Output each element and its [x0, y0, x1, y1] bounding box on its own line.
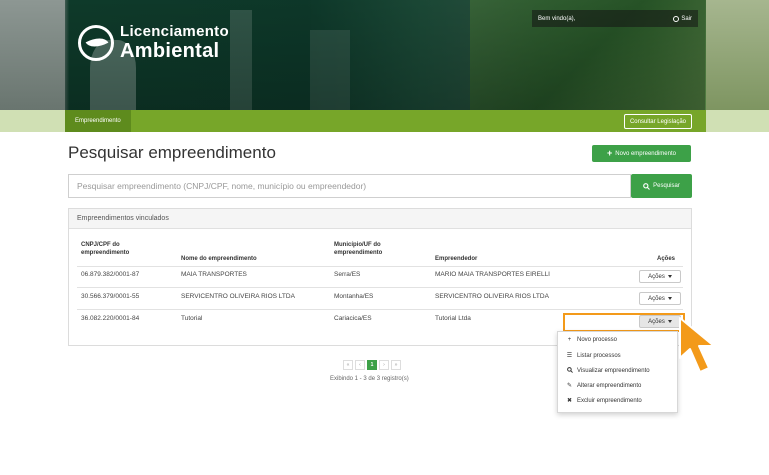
banner-left-photo: [0, 0, 65, 110]
search-button[interactable]: Pesquisar: [631, 174, 692, 198]
banner-right-photo: [706, 0, 769, 110]
nav-item-empreendimento[interactable]: Empreendimento: [65, 110, 131, 132]
brand-title: Licenciamento Ambiental: [120, 24, 229, 61]
brand-title-line2: Ambiental: [120, 40, 220, 62]
acoes-dropdown-button[interactable]: Ações: [639, 270, 681, 283]
acoes-dropdown-menu: + Novo processo ☰ Listar processos Visuali…: [557, 331, 678, 413]
plus-icon: +: [607, 148, 613, 158]
cell-municipio: Montanha/ES: [334, 293, 374, 300]
menu-item-visualizar[interactable]: Visualizar empreendimento: [566, 367, 650, 375]
menu-item-label: Visualizar empreendimento: [577, 368, 650, 374]
cell-empreendedor: MARIO MAIA TRANSPORTES EIRELLI: [435, 271, 550, 278]
header-banner: Licenciamento Ambiental Bem vindo(a), Sa…: [0, 0, 769, 110]
pointer-arrow-icon: [679, 317, 715, 373]
panel-title: Empreendimentos vinculados: [69, 209, 691, 229]
search-button-label: Pesquisar: [653, 183, 680, 189]
cell-nome: SERVICENTRO OLIVEIRA RIOS LTDA: [181, 293, 295, 300]
search-input[interactable]: Pesquisar empreendimento (CNPJ/CPF, nome…: [68, 174, 631, 198]
pagination-info: Exibindo 1 - 3 de 3 registro(s): [330, 376, 409, 382]
navbar-left-fade: [0, 110, 65, 132]
plus-icon: +: [567, 337, 572, 343]
cell-nome: Tutorial: [181, 315, 203, 322]
acoes-label: Ações: [648, 273, 665, 280]
column-header-nome: Nome do empreendimento: [181, 256, 257, 262]
brand-title-line1: Licenciamento: [120, 23, 229, 40]
pencil-icon: ✎: [566, 383, 573, 389]
menu-item-label: Alterar empreendimento: [577, 382, 642, 389]
acoes-label: Ações: [648, 295, 665, 302]
page-last-button[interactable]: »: [391, 360, 401, 370]
list-icon: ☰: [566, 353, 573, 359]
caret-down-icon: [667, 275, 672, 278]
cell-empreendedor: SERVICENTRO OLIVEIRA RIOS LTDA: [435, 293, 549, 300]
cell-cnpj: 36.082.220/0001-84: [81, 315, 140, 322]
menu-item-alterar[interactable]: ✎ Alterar empreendimento: [566, 382, 642, 390]
page-first-button[interactable]: «: [343, 360, 353, 370]
page-current-button[interactable]: 1: [367, 360, 377, 370]
cell-nome: MAIA TRANSPORTES: [181, 271, 247, 278]
pagination: « ‹ 1 › »: [343, 360, 401, 370]
highlight-box: [563, 313, 685, 332]
menu-item-novo-processo[interactable]: + Novo processo: [566, 337, 617, 343]
column-header-cnpj: CNPJ/CPF do empreendimento: [81, 242, 130, 256]
menu-item-excluir[interactable]: ✖ Excluir empreendimento: [566, 397, 642, 405]
logout-label: Sair: [681, 15, 692, 22]
menu-item-listar-processos[interactable]: ☰ Listar processos: [566, 352, 621, 360]
acoes-dropdown-button[interactable]: Ações: [639, 292, 681, 305]
column-header-empreendedor: Empreendedor: [435, 256, 478, 262]
menu-item-label: Excluir empreendimento: [577, 397, 642, 404]
main-navbar: Empreendimento Consultar Legislação: [65, 110, 706, 132]
cell-empreendedor: Tutorial Ltda: [435, 315, 471, 322]
user-bar: Bem vindo(a), Sair: [532, 10, 698, 27]
row-divider: [77, 309, 683, 310]
search-icon: [566, 367, 573, 375]
page-prev-button[interactable]: ‹: [355, 360, 365, 370]
page-next-button[interactable]: ›: [379, 360, 389, 370]
logout-link[interactable]: Sair: [673, 15, 692, 22]
table-divider: [77, 266, 683, 267]
menu-item-label: Novo processo: [577, 337, 618, 343]
cell-municipio: Serra/ES: [334, 271, 361, 278]
search-icon: [643, 182, 651, 190]
page-title: Pesquisar empreendimento: [68, 143, 276, 162]
column-header-municipio: Município/UF do empreendimento: [334, 242, 383, 256]
column-header-acoes: Ações: [657, 256, 676, 262]
new-empreendimento-label: Novo empreendimento: [615, 150, 676, 157]
new-empreendimento-button[interactable]: + Novo empreendimento: [592, 145, 691, 162]
row-divider: [77, 287, 683, 288]
caret-down-icon: [667, 297, 672, 300]
welcome-text: Bem vindo(a),: [538, 15, 576, 22]
navbar-right-fade: [706, 110, 769, 132]
consult-legislation-button[interactable]: Consultar Legislação: [623, 114, 692, 129]
power-icon: [673, 15, 680, 22]
close-icon: ✖: [566, 398, 573, 404]
cell-municipio: Cariacica/ES: [334, 315, 372, 322]
menu-item-label: Listar processos: [577, 352, 621, 359]
cell-cnpj: 30.566.379/0001-55: [81, 293, 140, 300]
leaf-logo-icon: [78, 24, 114, 61]
cell-cnpj: 06.879.382/0001-87: [81, 271, 140, 278]
brand-logo[interactable]: Licenciamento Ambiental: [78, 24, 229, 61]
